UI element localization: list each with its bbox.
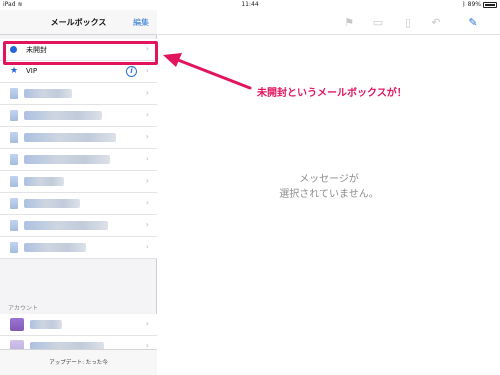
chevron-right-icon: › [145,242,149,251]
chevron-right-icon: › [145,319,149,328]
trash-icon[interactable]: ▯ [401,16,415,29]
flag-icon[interactable]: ⚑ [342,16,356,29]
folder-icon [10,132,18,143]
chevron-right-icon: › [145,66,149,75]
battery-percent: 89% [467,1,481,8]
status-right: ᛒ 89% [462,0,497,10]
folder-icon [10,176,18,187]
mailbox-blurred[interactable]: › [0,105,157,127]
blurred-label [24,243,86,252]
bluetooth-icon: ᛒ [462,1,466,8]
chevron-right-icon: › [145,198,149,207]
folder-icon [10,88,18,99]
highlight-box [3,41,158,65]
empty-message-line1: メッセージが [299,174,359,185]
blurred-label [24,221,108,230]
status-bar: iPad ≋ 11:44 ᛒ 89% [0,0,500,10]
blurred-label [24,111,102,120]
mailbox-blurred[interactable]: › [0,237,157,259]
blurred-label [24,89,72,98]
blurred-label [24,199,80,208]
chevron-right-icon: › [145,110,149,119]
account-icon [10,318,24,331]
folder-icon [10,220,18,231]
folder-icon[interactable]: ▭ [371,16,385,29]
info-icon[interactable]: i [126,66,137,77]
message-toolbar: ⚑ ▭ ▯ ↶ ✎ [158,10,500,35]
star-icon: ★ [10,66,19,76]
chevron-right-icon: › [145,176,149,185]
folder-icon [10,110,18,121]
sidebar-header: メールボックス 編集 [0,10,157,35]
no-message-selected: メッセージが 選択されていません。 [158,172,500,202]
mailbox-blurred[interactable]: › [0,127,157,149]
blurred-label [24,155,110,164]
edit-button[interactable]: 編集 [133,17,149,28]
mailbox-blurred[interactable]: › [0,171,157,193]
folder-icon [10,154,18,165]
mailbox-blurred[interactable]: › [0,83,157,105]
mailbox-blurred[interactable]: › [0,149,157,171]
chevron-right-icon: › [145,132,149,141]
message-pane: ⚑ ▭ ▯ ↶ ✎ メッセージが 選択されていません。 [158,10,500,375]
reply-icon[interactable]: ↶ [429,16,443,29]
battery-icon [483,2,497,8]
blurred-label [24,133,116,142]
folder-icon [10,242,18,253]
update-status: アップデート: たった今 [0,349,157,375]
status-time: 11:44 [241,1,259,8]
chevron-right-icon: › [145,88,149,97]
blurred-account-name [30,320,62,329]
annotation-text: 未開封というメールボックスが！ [257,88,407,99]
compose-icon[interactable]: ✎ [466,16,480,29]
blurred-label [24,177,64,186]
mailbox-blurred[interactable]: › [0,193,157,215]
account-row[interactable]: › [0,314,157,336]
mailbox-list: 未開封 › ★ VIP i › › › › › › › › › [0,39,157,259]
folder-icon [10,198,18,209]
accounts-section-header: アカウント [8,305,39,312]
chevron-right-icon: › [145,154,149,163]
chevron-right-icon: › [145,220,149,229]
mailbox-label: VIP [26,67,38,75]
empty-message-line2: 選択されていません。 [279,189,379,200]
mailbox-blurred[interactable]: › [0,215,157,237]
